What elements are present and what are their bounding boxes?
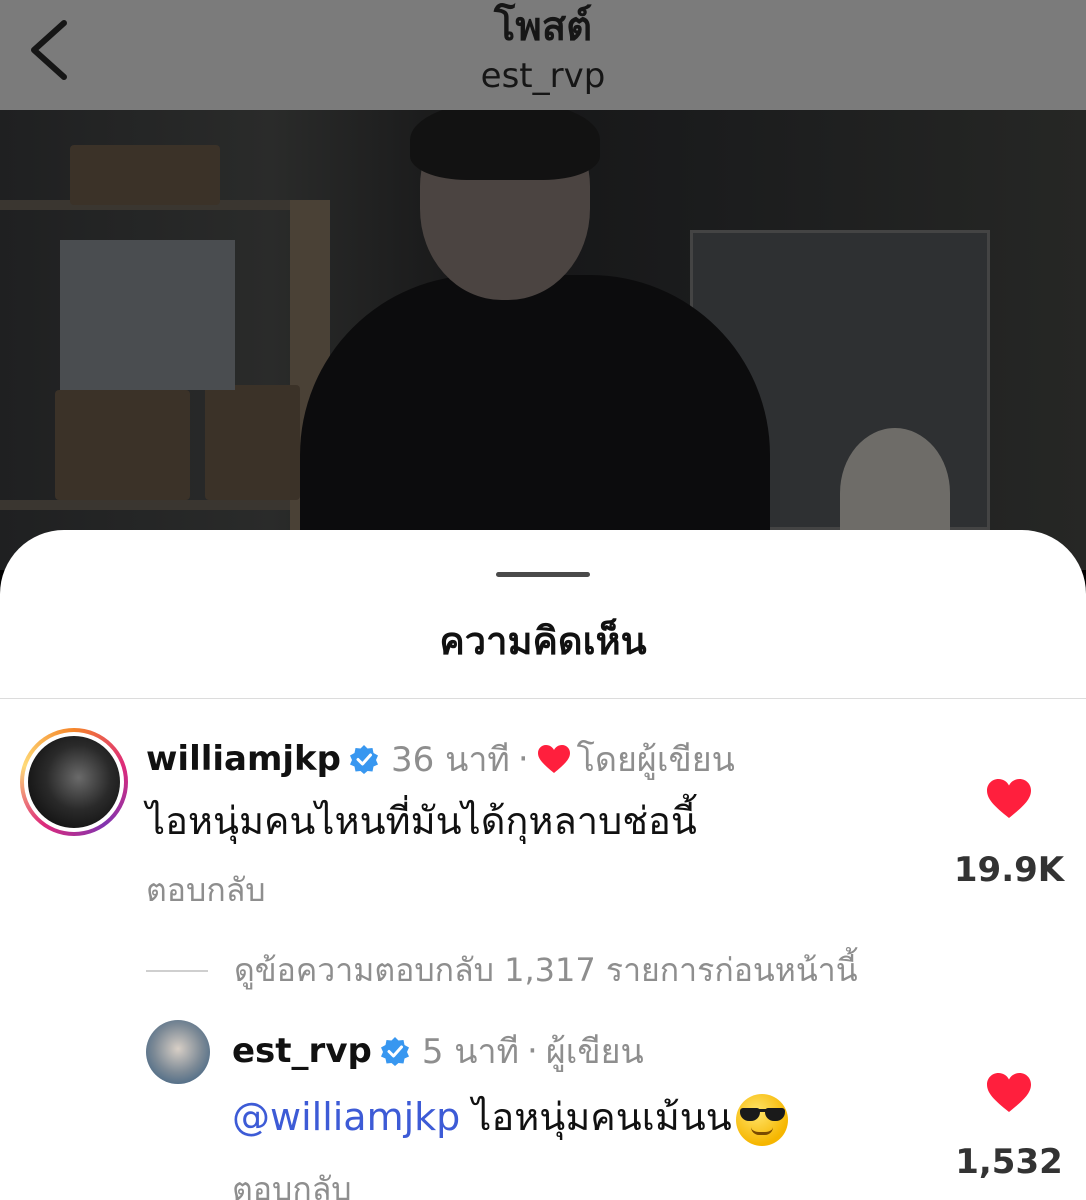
comment-meta: williamjkp 36 นาที · โดยผู้เขียน <box>146 732 735 786</box>
comment-text: ไอหนุ่มคนไหนที่มันได้กุหลาบช่อนี้ <box>146 799 697 843</box>
comments-sheet: ความคิดเห็น williamjkp 36 นาที · โดยผู้เ… <box>0 530 1086 1200</box>
avatar[interactable] <box>146 1020 210 1084</box>
mention-link[interactable]: @williamjkp <box>232 1095 460 1139</box>
comment-body: ไอหนุ่มคนเม้นน <box>472 1095 732 1139</box>
liked-by-author-label: โดยผู้เขียน <box>576 740 735 780</box>
verified-badge-icon <box>350 745 379 774</box>
comment-time: 5 นาที <box>421 1032 520 1072</box>
like-count: 1,532 <box>955 1142 1063 1182</box>
like-heart-icon[interactable] <box>986 1072 1032 1114</box>
meta-separator: · <box>527 1031 538 1071</box>
page-title: โพสต์ <box>493 4 593 50</box>
reply-button[interactable]: ตอบกลับ <box>232 1164 352 1200</box>
comment-username[interactable]: williamjkp <box>146 739 341 779</box>
divider <box>0 698 1086 699</box>
heart-icon <box>537 745 570 773</box>
like-heart-icon[interactable] <box>986 778 1032 820</box>
comment-meta: est_rvp 5 นาที · ผู้เขียน <box>232 1024 644 1078</box>
comment-text: @williamjkp ไอหนุ่มคนเม้นน <box>232 1086 788 1147</box>
comments-title: ความคิดเห็น <box>439 619 647 663</box>
divider <box>146 969 208 972</box>
sheet-drag-handle[interactable] <box>496 572 590 577</box>
sunglasses-emoji-icon <box>735 1093 788 1146</box>
verified-badge-icon <box>380 1037 409 1066</box>
meta-separator: · <box>517 739 529 779</box>
avatar[interactable] <box>20 728 128 836</box>
comment-time: 36 นาที <box>391 740 510 780</box>
post-photo <box>0 110 1086 570</box>
like-count: 19.9K <box>953 850 1065 890</box>
post-header: โพสต์ est_rvp <box>0 0 1086 110</box>
reply-button[interactable]: ตอบกลับ <box>146 865 266 916</box>
comment-username[interactable]: est_rvp <box>232 1031 372 1071</box>
page-subtitle-username[interactable]: est_rvp <box>0 56 1086 96</box>
view-replies-label: ดูข้อความตอบกลับ 1,317 รายการก่อนหน้านี้ <box>234 951 858 989</box>
author-label: ผู้เขียน <box>545 1032 644 1072</box>
view-replies-button[interactable]: ดูข้อความตอบกลับ 1,317 รายการก่อนหน้านี้ <box>146 945 858 996</box>
